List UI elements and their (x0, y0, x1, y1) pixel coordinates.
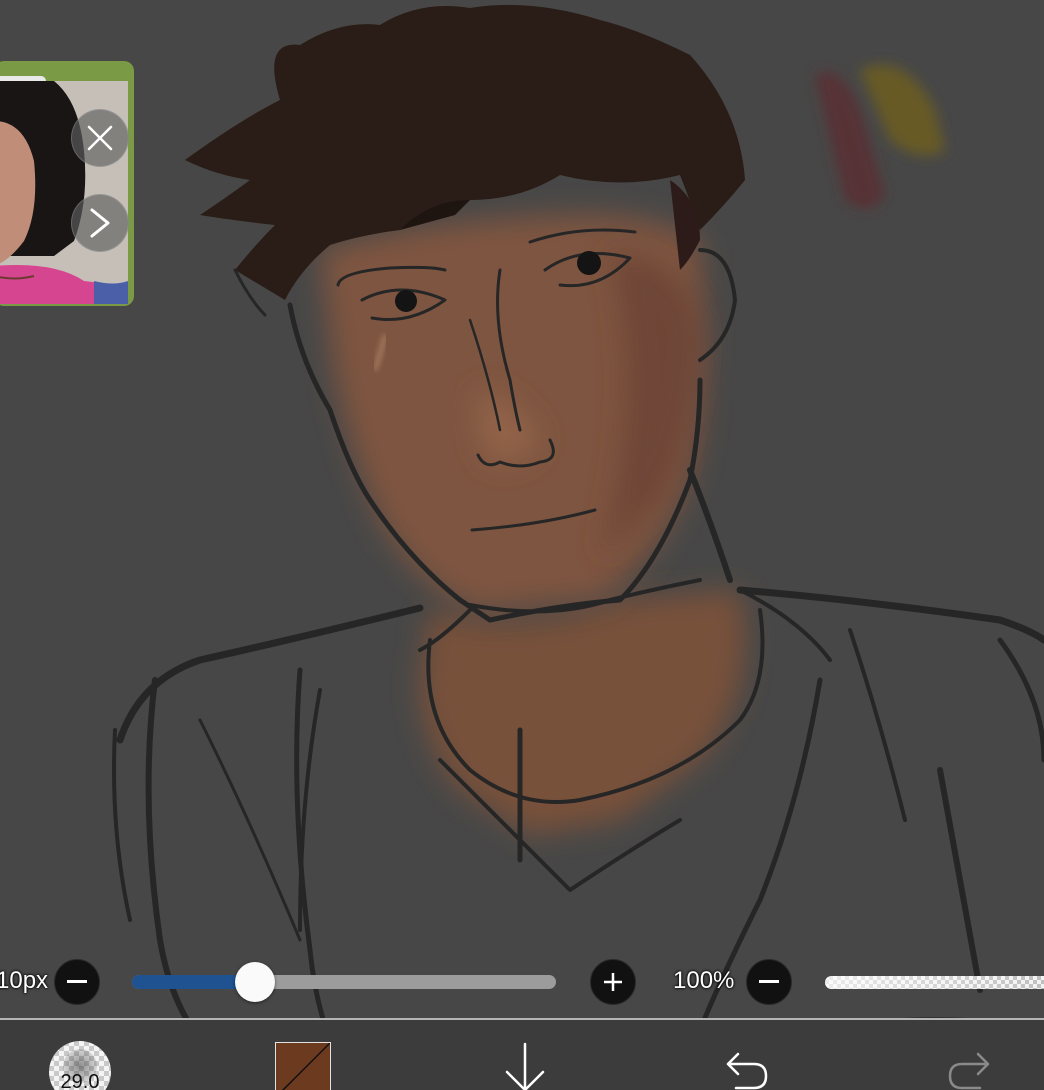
color-swatch-diagonal (281, 1043, 330, 1090)
color-swatch-button[interactable] (275, 1042, 331, 1090)
close-video-button[interactable] (71, 109, 129, 167)
opacity-slider[interactable] (825, 976, 1044, 989)
video-call-overlay[interactable] (0, 61, 134, 306)
brush-size-slider-thumb[interactable] (234, 962, 275, 1002)
download-arrow-icon (505, 1042, 545, 1090)
brush-size-slider[interactable] (132, 975, 556, 989)
expand-video-button[interactable] (71, 194, 129, 252)
brush-size-value: 29.0 (60, 1071, 100, 1090)
brush-size-decrease-button[interactable] (54, 959, 100, 1005)
close-icon (87, 125, 113, 151)
minus-icon (759, 980, 779, 983)
bottom-toolbar: 29.0 (0, 1018, 1044, 1090)
brush-size-increase-button[interactable] (590, 959, 636, 1005)
undo-icon (726, 1052, 768, 1090)
undo-button[interactable] (724, 1050, 770, 1090)
opacity-label: 100% (673, 967, 735, 994)
download-button[interactable] (502, 1042, 548, 1090)
redo-icon (948, 1052, 990, 1090)
drawing-canvas[interactable] (0, 0, 1044, 1088)
brush-preview-button[interactable]: 29.0 (49, 1041, 111, 1090)
minus-icon (67, 980, 87, 983)
opacity-decrease-button[interactable] (746, 959, 792, 1005)
plus-icon (604, 973, 622, 991)
redo-button[interactable] (946, 1050, 992, 1090)
brush-size-label: 10px (0, 967, 49, 994)
chevron-right-icon (90, 208, 110, 238)
